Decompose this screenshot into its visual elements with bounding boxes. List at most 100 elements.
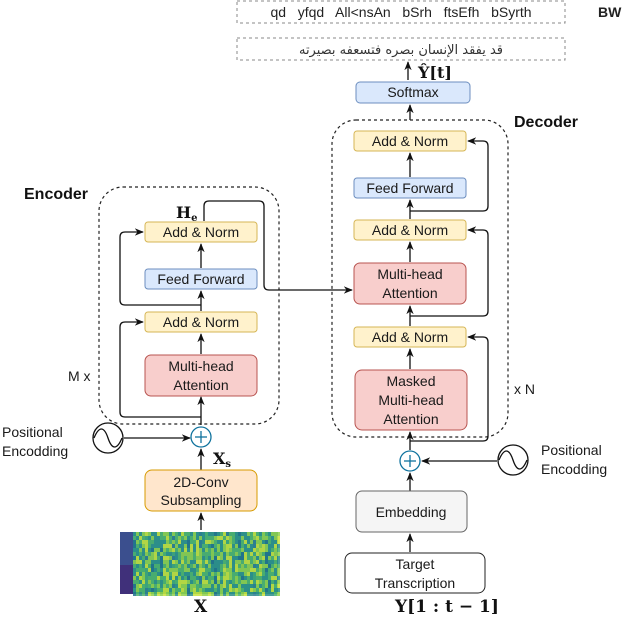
spectrogram-cell bbox=[268, 540, 271, 544]
spectrogram-cell bbox=[235, 540, 238, 544]
spectrogram-cell bbox=[148, 540, 151, 544]
spectrogram-cell bbox=[172, 536, 175, 540]
spectrogram-cell bbox=[202, 532, 205, 536]
svg-text:Subsampling: Subsampling bbox=[161, 492, 242, 508]
spectrogram-cell bbox=[211, 556, 214, 560]
spectrogram-cell bbox=[265, 532, 268, 536]
spectrogram-cell bbox=[151, 532, 154, 536]
spectrogram-cell bbox=[175, 588, 178, 592]
spectrogram-cell bbox=[214, 548, 217, 552]
spectrogram-cell bbox=[145, 584, 148, 588]
spectrogram-cell bbox=[274, 544, 277, 548]
spectrogram-cell bbox=[154, 564, 157, 568]
spectrogram-cell bbox=[199, 556, 202, 560]
spectrogram-cell bbox=[226, 588, 229, 592]
spectrogram-cell bbox=[211, 532, 214, 536]
spectrogram-cell bbox=[160, 560, 163, 564]
spectrogram-cell bbox=[154, 592, 157, 596]
spectrogram-cell bbox=[145, 568, 148, 572]
spectrogram-cell bbox=[139, 536, 142, 540]
spectrogram-cell bbox=[244, 588, 247, 592]
spectrogram-cell bbox=[196, 564, 199, 568]
spectrogram-cell bbox=[160, 576, 163, 580]
spectrogram-cell bbox=[238, 564, 241, 568]
spectrogram-cell bbox=[187, 584, 190, 588]
spectrogram-cell bbox=[268, 556, 271, 560]
spectrogram-cell bbox=[271, 552, 274, 556]
spectrogram-cell bbox=[160, 540, 163, 544]
target-transcription-box: Target Transcription bbox=[344, 552, 486, 594]
spectrogram-cell bbox=[175, 592, 178, 596]
spectrogram-cell bbox=[268, 560, 271, 564]
spectrogram-cell bbox=[187, 532, 190, 536]
spectrogram-cell bbox=[181, 576, 184, 580]
spectrogram-cell bbox=[181, 548, 184, 552]
spectrogram-cell bbox=[199, 544, 202, 548]
spectrogram-cell bbox=[253, 564, 256, 568]
spectrogram-cell bbox=[151, 568, 154, 572]
spectrogram-cell bbox=[190, 548, 193, 552]
spectrogram-cell bbox=[277, 548, 280, 552]
spectrogram-cell bbox=[136, 592, 139, 596]
spectrogram-cell bbox=[271, 580, 274, 584]
spectrogram-cell bbox=[232, 584, 235, 588]
spectrogram-cell bbox=[271, 540, 274, 544]
spectrogram-cell bbox=[262, 588, 265, 592]
spectrogram-cell bbox=[166, 548, 169, 552]
spectrogram-cell bbox=[196, 584, 199, 588]
spectrogram-cell bbox=[202, 540, 205, 544]
spectrogram-cell bbox=[214, 576, 217, 580]
spectrogram-cell bbox=[277, 560, 280, 564]
spectrogram-cell bbox=[241, 536, 244, 540]
spectrogram-cell bbox=[166, 568, 169, 572]
spectrogram-cell bbox=[241, 548, 244, 552]
spectrogram-cell bbox=[277, 580, 280, 584]
spectrogram-cell bbox=[181, 536, 184, 540]
spectrogram-cell bbox=[184, 592, 187, 596]
spectrogram-cell bbox=[178, 588, 181, 592]
spectrogram-cell bbox=[253, 548, 256, 552]
spectrogram-cell bbox=[172, 564, 175, 568]
spectrogram-cell bbox=[193, 568, 196, 572]
spectrogram-cell bbox=[157, 552, 160, 556]
spectrogram-cell bbox=[190, 580, 193, 584]
spectrogram-cell bbox=[268, 588, 271, 592]
spectrogram-cell bbox=[145, 544, 148, 548]
spectrogram-cell bbox=[166, 580, 169, 584]
spectrogram-cell bbox=[250, 556, 253, 560]
spectrogram-cell bbox=[172, 572, 175, 576]
spectrogram-cell bbox=[136, 544, 139, 548]
spectrogram-cell bbox=[250, 580, 253, 584]
spectrogram-cell bbox=[193, 592, 196, 596]
spectrogram-cell bbox=[262, 592, 265, 596]
spectrogram-cell bbox=[262, 584, 265, 588]
spectrogram-cell bbox=[241, 564, 244, 568]
spectrogram-cell bbox=[217, 564, 220, 568]
spectrogram-cell bbox=[199, 564, 202, 568]
spectrogram-cell bbox=[244, 544, 247, 548]
spectrogram-cell bbox=[178, 552, 181, 556]
spectrogram-cell bbox=[163, 580, 166, 584]
spectrogram-cell bbox=[202, 560, 205, 564]
spectrogram-cell bbox=[223, 544, 226, 548]
spectrogram-cell bbox=[274, 588, 277, 592]
spectrogram-cell bbox=[166, 560, 169, 564]
spectrogram-cell bbox=[187, 556, 190, 560]
enc-positional-label-1: Positional bbox=[2, 424, 63, 440]
spectrogram-cell bbox=[274, 556, 277, 560]
spectrogram-cell bbox=[274, 564, 277, 568]
spectrogram-cell bbox=[187, 548, 190, 552]
spectrogram-cell bbox=[277, 556, 280, 560]
spectrogram-cell bbox=[163, 564, 166, 568]
spectrogram-cell bbox=[238, 544, 241, 548]
spectrogram-cell bbox=[142, 560, 145, 564]
spectrogram-cell bbox=[253, 592, 256, 596]
spectrogram-cell bbox=[265, 584, 268, 588]
spectrogram-cell bbox=[136, 576, 139, 580]
spectrogram-cell bbox=[151, 556, 154, 560]
spectrogram-cell bbox=[169, 584, 172, 588]
spectrogram-cell bbox=[139, 580, 142, 584]
spectrogram-cell bbox=[166, 556, 169, 560]
spectrogram-cell bbox=[232, 592, 235, 596]
spectrogram-cell bbox=[241, 576, 244, 580]
